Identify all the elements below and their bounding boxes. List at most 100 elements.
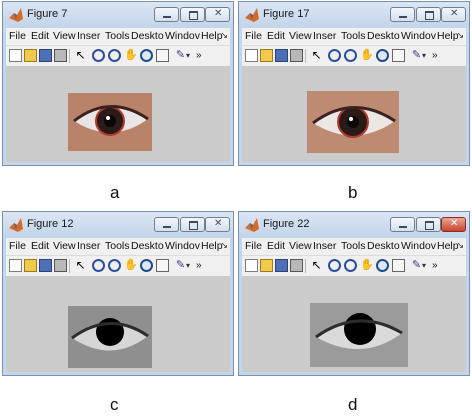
- menu-file[interactable]: File: [245, 30, 262, 42]
- minimize-button[interactable]: [154, 7, 179, 22]
- menu-window[interactable]: Windov: [401, 240, 436, 252]
- menu-insert[interactable]: Inser: [77, 30, 100, 42]
- print-icon[interactable]: [290, 259, 303, 272]
- open-folder-icon[interactable]: [260, 259, 273, 272]
- menu-edit[interactable]: Edit: [31, 30, 49, 42]
- pointer-icon[interactable]: ↖: [74, 259, 87, 272]
- more-icon[interactable]: »: [432, 49, 445, 62]
- minimize-button[interactable]: [390, 217, 415, 232]
- menu-desktop[interactable]: Deskto: [131, 240, 164, 252]
- menu-edit[interactable]: Edit: [267, 30, 285, 42]
- maximize-button[interactable]: [180, 217, 205, 232]
- dropdown-icon[interactable]: ▾: [186, 259, 192, 272]
- data-cursor-icon[interactable]: [156, 259, 169, 272]
- maximize-button[interactable]: [180, 7, 205, 22]
- maximize-button[interactable]: [416, 217, 441, 232]
- open-folder-icon[interactable]: [24, 259, 37, 272]
- menu-view[interactable]: View: [289, 240, 312, 252]
- menu-desktop[interactable]: Deskto: [131, 30, 164, 42]
- menu-tools[interactable]: Tools: [341, 30, 366, 42]
- close-button[interactable]: [205, 217, 230, 232]
- title-bar[interactable]: Figure 17: [239, 2, 469, 28]
- more-icon[interactable]: »: [432, 259, 445, 272]
- title-bar[interactable]: Figure 12: [3, 212, 233, 238]
- data-cursor-icon[interactable]: [156, 49, 169, 62]
- menu-view[interactable]: View: [53, 30, 76, 42]
- rotate-3d-icon[interactable]: [140, 49, 153, 62]
- menu-desktop[interactable]: Deskto: [367, 240, 400, 252]
- new-file-icon[interactable]: [245, 49, 258, 62]
- open-folder-icon[interactable]: [24, 49, 37, 62]
- save-icon[interactable]: [39, 259, 52, 272]
- zoom-out-icon[interactable]: [108, 259, 121, 272]
- more-icon[interactable]: »: [196, 259, 209, 272]
- menu-view[interactable]: View: [289, 30, 312, 42]
- rotate-3d-icon[interactable]: [376, 259, 389, 272]
- rotate-3d-icon[interactable]: [376, 49, 389, 62]
- menu-insert[interactable]: Inser: [77, 240, 100, 252]
- close-button[interactable]: [441, 217, 466, 232]
- rotate-3d-icon[interactable]: [140, 259, 153, 272]
- dropdown-icon[interactable]: ▾: [422, 259, 428, 272]
- pan-hand-icon[interactable]: ✋: [124, 49, 138, 62]
- new-file-icon[interactable]: [245, 259, 258, 272]
- menu-file[interactable]: File: [9, 30, 26, 42]
- menu-desktop[interactable]: Deskto: [367, 30, 400, 42]
- menu-help[interactable]: Help: [201, 240, 223, 252]
- new-file-icon[interactable]: [9, 49, 22, 62]
- menu-window[interactable]: Windov: [401, 30, 436, 42]
- menu-tools[interactable]: Tools: [105, 240, 130, 252]
- title-bar[interactable]: Figure 7: [3, 2, 233, 28]
- pan-hand-icon[interactable]: ✋: [124, 259, 138, 272]
- menu-window[interactable]: Windov: [165, 30, 200, 42]
- menu-file[interactable]: File: [245, 240, 262, 252]
- menu-overflow-icon[interactable]: ↘: [456, 240, 464, 251]
- menu-overflow-icon[interactable]: ↘: [456, 30, 464, 41]
- menu-edit[interactable]: Edit: [31, 240, 49, 252]
- menu-help[interactable]: Help: [437, 30, 459, 42]
- pointer-icon[interactable]: ↖: [310, 259, 323, 272]
- data-cursor-icon[interactable]: [392, 259, 405, 272]
- menu-file[interactable]: File: [9, 240, 26, 252]
- dropdown-icon[interactable]: ▾: [422, 49, 428, 62]
- print-icon[interactable]: [54, 259, 67, 272]
- zoom-out-icon[interactable]: [344, 259, 357, 272]
- new-file-icon[interactable]: [9, 259, 22, 272]
- pan-hand-icon[interactable]: ✋: [360, 49, 374, 62]
- minimize-button[interactable]: [390, 7, 415, 22]
- zoom-out-icon[interactable]: [344, 49, 357, 62]
- menu-help[interactable]: Help: [437, 240, 459, 252]
- menu-edit[interactable]: Edit: [267, 240, 285, 252]
- zoom-out-icon[interactable]: [108, 49, 121, 62]
- close-button[interactable]: [205, 7, 230, 22]
- menu-view[interactable]: View: [53, 240, 76, 252]
- menu-overflow-icon[interactable]: ↘: [220, 240, 228, 251]
- menu-tools[interactable]: Tools: [105, 30, 130, 42]
- zoom-in-icon[interactable]: [92, 49, 105, 62]
- data-cursor-icon[interactable]: [392, 49, 405, 62]
- print-icon[interactable]: [54, 49, 67, 62]
- menu-overflow-icon[interactable]: ↘: [220, 30, 228, 41]
- zoom-in-icon[interactable]: [328, 49, 341, 62]
- save-icon[interactable]: [39, 49, 52, 62]
- menu-window[interactable]: Windov: [165, 240, 200, 252]
- menu-insert[interactable]: Inser: [313, 30, 336, 42]
- save-icon[interactable]: [275, 259, 288, 272]
- maximize-button[interactable]: [416, 7, 441, 22]
- print-icon[interactable]: [290, 49, 303, 62]
- open-folder-icon[interactable]: [260, 49, 273, 62]
- save-icon[interactable]: [275, 49, 288, 62]
- menu-insert[interactable]: Inser: [313, 240, 336, 252]
- more-icon[interactable]: »: [196, 49, 209, 62]
- pan-hand-icon[interactable]: ✋: [360, 259, 374, 272]
- dropdown-icon[interactable]: ▾: [186, 49, 192, 62]
- pointer-icon[interactable]: ↖: [310, 49, 323, 62]
- zoom-in-icon[interactable]: [92, 259, 105, 272]
- menu-tools[interactable]: Tools: [341, 240, 366, 252]
- menu-help[interactable]: Help: [201, 30, 223, 42]
- title-bar[interactable]: Figure 22: [239, 212, 469, 238]
- pointer-icon[interactable]: ↖: [74, 49, 87, 62]
- close-button[interactable]: [441, 7, 466, 22]
- zoom-in-icon[interactable]: [328, 259, 341, 272]
- minimize-button[interactable]: [154, 217, 179, 232]
